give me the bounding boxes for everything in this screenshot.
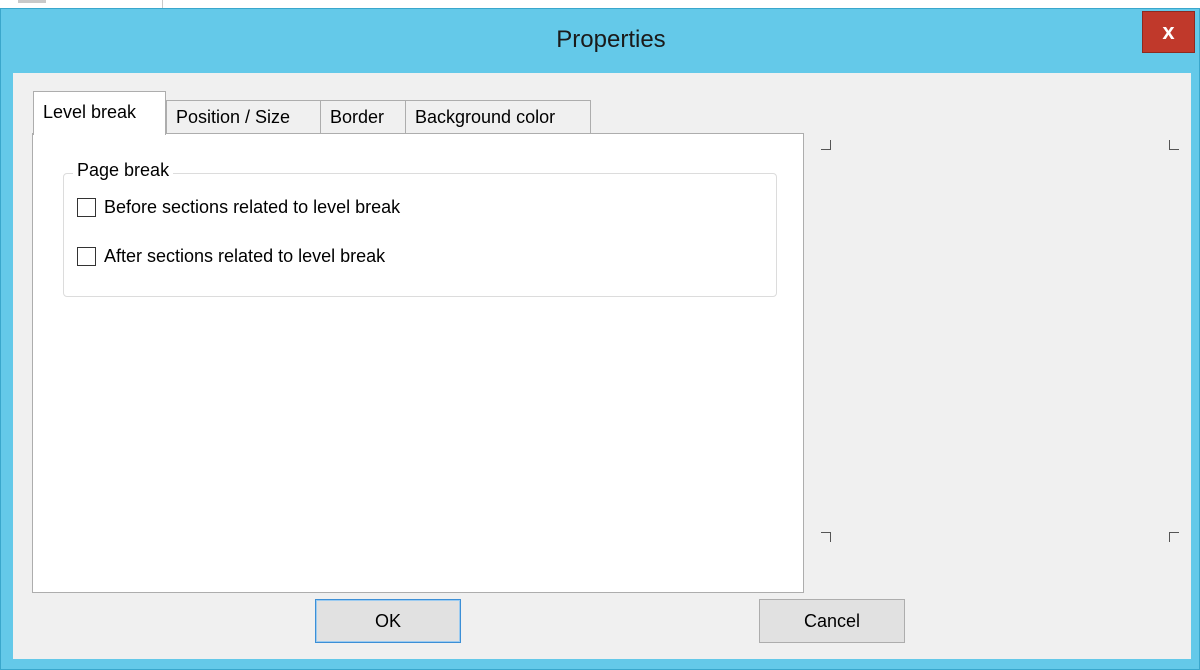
- tab-label: Background color: [415, 107, 556, 127]
- tab-level-break[interactable]: Level break: [33, 91, 166, 135]
- tab-panel-level-break: Page break Before sections related to le…: [32, 133, 804, 593]
- preview-corner-top-right: [1169, 140, 1179, 150]
- checkbox-label: After sections related to level break: [104, 246, 386, 266]
- title-bar[interactable]: Properties x: [1, 9, 1199, 71]
- background-divider: [162, 0, 163, 8]
- before-sections-checkbox[interactable]: Before sections related to level break: [77, 197, 400, 218]
- tab-label: Border: [330, 107, 385, 127]
- cancel-button[interactable]: Cancel: [759, 599, 905, 643]
- background-mark: [18, 0, 46, 3]
- preview-corner-bottom-right: [1169, 532, 1179, 542]
- checkbox-box[interactable]: [77, 247, 96, 266]
- page-break-group-title: Page break: [73, 160, 174, 181]
- ok-button-label: OK: [374, 610, 401, 631]
- page-break-group: Page break Before sections related to le…: [63, 160, 777, 297]
- checkbox-box[interactable]: [77, 198, 96, 217]
- tab-position-size[interactable]: Position / Size: [166, 100, 321, 134]
- preview-corner-top-left: [821, 140, 831, 150]
- dialog-title: Properties: [556, 26, 666, 53]
- properties-dialog: Properties x Level break Position / Size…: [0, 8, 1200, 670]
- tab-label: Position / Size: [176, 107, 291, 127]
- close-icon: x: [1162, 19, 1175, 44]
- after-sections-checkbox[interactable]: After sections related to level break: [77, 246, 385, 267]
- tab-background-color[interactable]: Background color: [405, 100, 591, 134]
- preview-corner-bottom-left: [821, 532, 831, 542]
- ok-button[interactable]: OK: [315, 599, 461, 643]
- tab-border[interactable]: Border: [320, 100, 406, 134]
- close-button[interactable]: x: [1142, 11, 1195, 53]
- dialog-client-area: Level break Position / Size Border Backg…: [13, 73, 1191, 659]
- tab-label: Level break: [43, 102, 137, 122]
- checkbox-label: Before sections related to level break: [104, 197, 401, 217]
- cancel-button-label: Cancel: [803, 610, 861, 631]
- background-strip: [0, 0, 1200, 8]
